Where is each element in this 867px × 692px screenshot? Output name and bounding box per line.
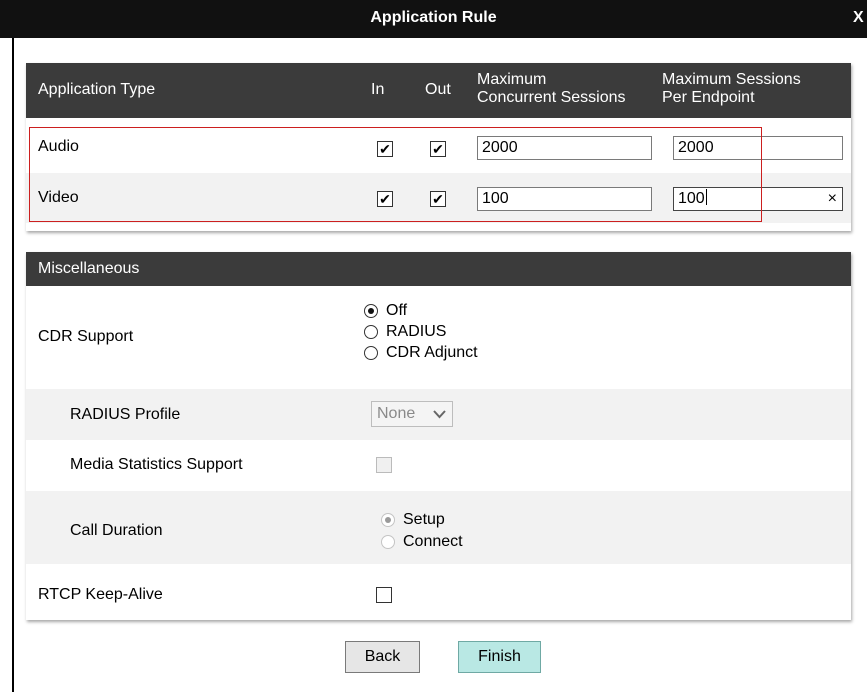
clear-input-icon[interactable]: × (828, 188, 837, 210)
media-statistics-checkbox (376, 457, 392, 473)
audio-max-concurrent-input[interactable]: 2000 (477, 136, 652, 160)
audio-max-per-endpoint-input[interactable]: 2000 (673, 136, 843, 160)
header-application-type: Application Type (38, 81, 156, 98)
rtcp-keepalive-row: RTCP Keep-Alive (26, 564, 851, 620)
video-max-concurrent-input[interactable]: 100 (477, 187, 652, 211)
rtcp-keepalive-checkbox[interactable] (376, 587, 392, 603)
video-max-per-endpoint-value: 100 (678, 190, 705, 207)
chevron-down-icon-shape (433, 410, 446, 419)
application-types-panel: Application Type In Out Maximum Concurre… (26, 63, 851, 231)
header-max-endpoint-line1: Maximum Sessions (662, 71, 801, 88)
video-max-per-endpoint-input[interactable]: 100 × (673, 187, 843, 211)
video-in-checkbox[interactable]: ✔ (377, 191, 393, 207)
radius-profile-value: None (377, 405, 416, 422)
radius-profile-row: RADIUS Profile None (26, 389, 851, 440)
call-duration-row: Call Duration Setup Connect (26, 491, 851, 564)
back-button[interactable]: Back (345, 641, 420, 673)
application-type-label: Video (38, 189, 79, 206)
dialog-titlebar: Application Rule X (0, 0, 867, 38)
miscellaneous-panel: Miscellaneous CDR Support Off RADIUS CDR… (26, 252, 851, 620)
media-statistics-label: Media Statistics Support (70, 456, 243, 473)
chevron-down-icon (433, 402, 446, 434)
rtcp-keepalive-label: RTCP Keep-Alive (38, 586, 163, 603)
call-duration-label: Call Duration (70, 522, 163, 539)
media-statistics-row: Media Statistics Support (26, 440, 851, 491)
call-duration-setup-radio (381, 513, 395, 527)
application-type-label: Audio (38, 138, 79, 155)
header-max-concurrent-line1: Maximum (477, 71, 547, 88)
audio-in-checkbox[interactable]: ✔ (377, 141, 393, 157)
cdr-support-label: CDR Support (38, 328, 134, 345)
header-out: Out (425, 81, 451, 98)
header-max-concurrent-line2: Concurrent Sessions (477, 89, 626, 106)
dialog-title: Application Rule (370, 9, 497, 26)
cdr-support-row: CDR Support Off RADIUS CDR Adjunct (26, 286, 851, 389)
cdr-adjunct-label: CDR Adjunct (386, 344, 478, 361)
application-table-header: Application Type In Out Maximum Concurre… (26, 63, 851, 118)
table-row-video: Video ✔ ✔ 100 100 × (26, 173, 851, 223)
call-duration-setup-label: Setup (403, 511, 445, 528)
cdr-adjunct-radio[interactable] (364, 346, 378, 360)
text-cursor (705, 189, 707, 205)
audio-out-checkbox[interactable]: ✔ (430, 141, 446, 157)
miscellaneous-header: Miscellaneous (26, 252, 851, 286)
cdr-off-label: Off (386, 302, 408, 319)
table-row-audio: Audio ✔ ✔ 2000 2000 (26, 123, 851, 173)
cdr-off-radio[interactable] (364, 304, 378, 318)
close-button[interactable]: X (853, 0, 867, 38)
video-out-checkbox[interactable]: ✔ (430, 191, 446, 207)
cdr-radius-radio[interactable] (364, 325, 378, 339)
cdr-radius-label: RADIUS (386, 323, 447, 340)
call-duration-connect-label: Connect (403, 533, 463, 550)
finish-button[interactable]: Finish (458, 641, 541, 673)
radius-profile-label: RADIUS Profile (70, 406, 181, 423)
call-duration-connect-radio (381, 535, 395, 549)
dialog-left-border (12, 38, 14, 692)
header-max-endpoint-line2: Per Endpoint (662, 89, 755, 106)
header-in: In (371, 81, 385, 98)
radius-profile-select: None (371, 401, 453, 427)
